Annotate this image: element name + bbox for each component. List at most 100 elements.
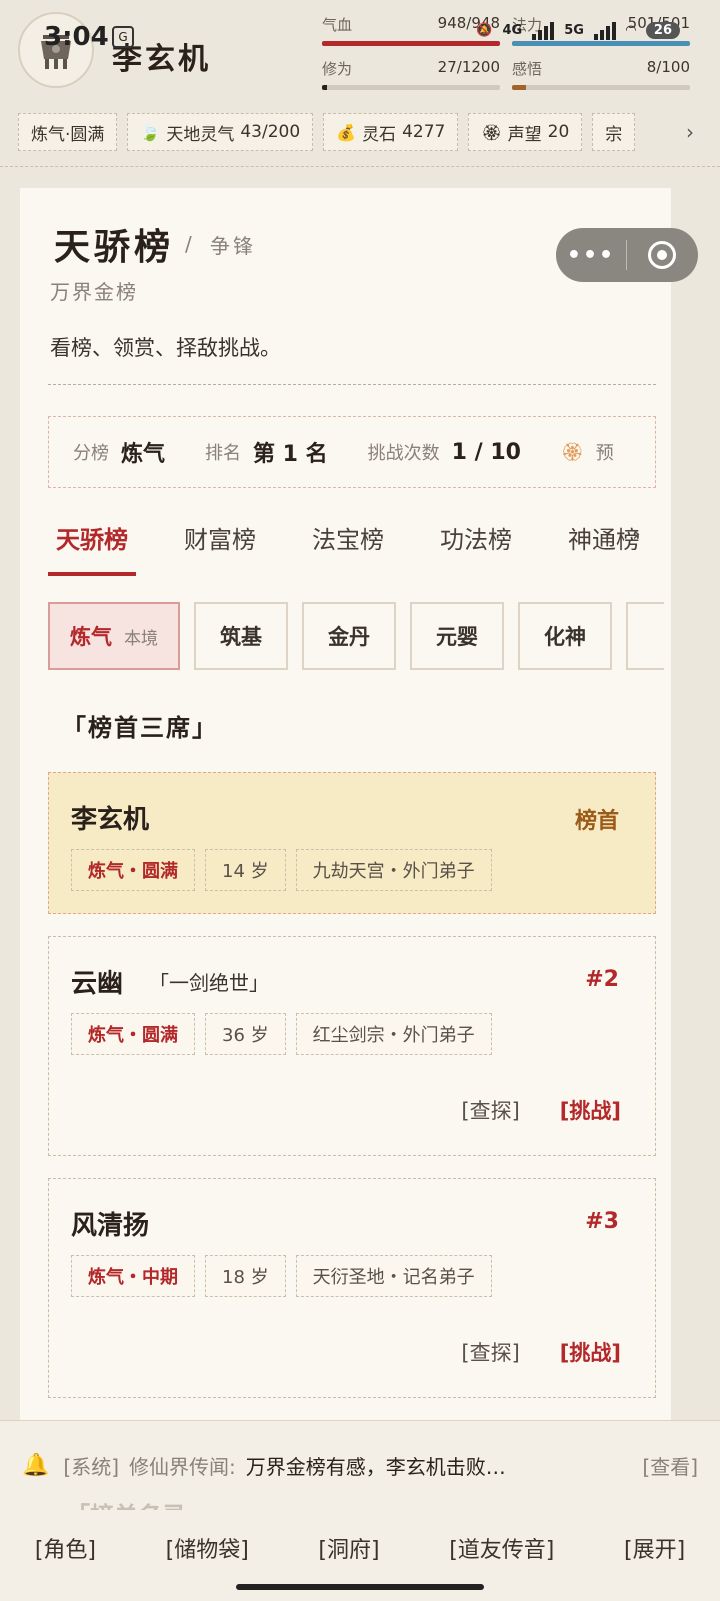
current-realm-badge: 本境 — [124, 628, 158, 649]
stat-value: 27/1200 — [437, 58, 500, 76]
network-label-5g: 5G — [564, 22, 584, 38]
realm-chip[interactable]: 炼气·圆满 — [18, 113, 118, 151]
section-title-top3: 「榜首三席」 — [62, 714, 218, 742]
divider — [48, 384, 656, 385]
challenge-button[interactable]: [挑战] — [560, 1337, 621, 1367]
realm-tag: 炼气・中期 — [71, 1255, 195, 1297]
chevron-right-icon[interactable]: › — [632, 522, 641, 547]
spirit-stone-chip[interactable]: 💰 灵石 4277 — [323, 113, 459, 151]
notice-view-button[interactable]: [查看] — [642, 1451, 698, 1480]
realm-yuanying[interactable]: 元婴 — [410, 602, 504, 670]
nav-expand[interactable]: [展开] — [624, 1532, 685, 1564]
res-value: 20 — [547, 122, 570, 142]
probe-button[interactable]: [查探] — [461, 1095, 519, 1125]
entry-tags: 炼气・圆满 14 岁 九劫天宫・外门弟子 — [71, 849, 492, 891]
status-time: 3:04 — [44, 22, 109, 52]
challenges-value: 1 / 10 — [451, 439, 521, 465]
sect-chip[interactable]: 宗 — [592, 113, 636, 151]
res-label: 天地灵气 — [166, 124, 235, 145]
notice-message: 万界金榜有感，李玄机击败… — [245, 1455, 506, 1479]
flower-icon: 🏵 — [481, 122, 502, 142]
stat-value: 8/100 — [646, 58, 690, 76]
entry-actions: [查探] [挑战] — [461, 1337, 621, 1367]
entry-name: 云幽 — [71, 969, 124, 999]
insight-bar — [512, 85, 690, 90]
age-tag: 36 岁 — [205, 1013, 286, 1055]
leaf-icon: 🍃 — [140, 122, 161, 142]
nav-friend-message[interactable]: [道友传音] — [449, 1532, 554, 1564]
realm-zhuji[interactable]: 筑基 — [194, 602, 288, 670]
page-subtitle: 争锋 — [210, 234, 256, 258]
realm-next[interactable] — [626, 602, 664, 670]
res-label: 声望 — [507, 124, 542, 145]
network-label-4g: 4G — [502, 22, 523, 38]
resource-strip[interactable]: 炼气·圆满 🍃 天地灵气 43/200 💰 灵石 4277 🏵 声望 20 宗 › — [18, 113, 703, 151]
close-icon[interactable] — [627, 241, 697, 269]
status-icons: 🔕 4G 5G ◠ 26 — [476, 20, 680, 40]
nav-storage-bag[interactable]: [储物袋] — [166, 1532, 249, 1564]
probe-button[interactable]: [查探] — [461, 1337, 519, 1367]
realm-jindan[interactable]: 金丹 — [302, 602, 396, 670]
age-tag: 14 岁 — [205, 849, 286, 891]
flower-icon: 🏵 — [560, 441, 584, 463]
rank-value: 第 1 名 — [253, 442, 328, 467]
nav-cave[interactable]: [洞府] — [318, 1532, 379, 1564]
signal-icon — [532, 20, 555, 40]
entry-tags: 炼气・圆满 36 岁 红尘剑宗・外门弟子 — [71, 1013, 492, 1055]
mute-icon: 🔕 — [476, 22, 493, 38]
board-name: 万界金榜 — [50, 280, 138, 304]
leaderboard-card: 天骄榜 / 争锋 万界金榜 看榜、领赏、择敌挑战。 分榜 炼气 排名 第 1 名… — [20, 188, 671, 1488]
res-value: 43/200 — [240, 122, 301, 142]
realm-lianqi[interactable]: 炼气 本境 — [48, 602, 180, 670]
notification-icon: G — [112, 26, 134, 48]
stat-cultivation: 修为 27/1200 — [322, 58, 500, 90]
challenge-button[interactable]: [挑战] — [560, 1095, 621, 1125]
entry-rank: 榜首 — [574, 809, 619, 834]
miniprogram-capsule[interactable]: ••• — [556, 228, 698, 282]
age-tag: 18 岁 — [205, 1255, 286, 1297]
entry-name: 风清扬 — [71, 1211, 150, 1241]
chevron-right-icon[interactable]: › — [677, 113, 703, 151]
leaderboard-entry[interactable]: 风清扬 #3 炼气・中期 18 岁 天衍圣地・记名弟子 [查探] [挑战] — [48, 1178, 656, 1398]
board-tabs: 天骄榜 财富榜 法宝榜 功法榜 神通榜 — [48, 510, 664, 576]
preview-label: 预 — [595, 443, 614, 464]
division-label: 分榜 — [73, 443, 109, 464]
realm-tag: 炼气・圆满 — [71, 849, 195, 891]
stat-label: 感悟 — [512, 60, 543, 78]
bell-icon: 🔔 — [22, 1453, 50, 1478]
entry-title: 「一剑绝世」 — [149, 971, 269, 995]
leaderboard-entry[interactable]: 云幽 「一剑绝世」 #2 炼气・圆满 36 岁 红尘剑宗・外门弟子 [查探] [… — [48, 936, 656, 1156]
res-label: 宗 — [605, 124, 623, 145]
realm-huashen[interactable]: 化神 — [518, 602, 612, 670]
realm-label: 炼气 — [70, 625, 112, 649]
realm-filter: 炼气 本境 筑基 金丹 元婴 化神 — [48, 602, 664, 670]
rank-label: 排名 — [205, 443, 242, 464]
cultivation-bar — [322, 85, 500, 90]
nav-character[interactable]: [角色] — [35, 1532, 96, 1564]
tab-wealth[interactable]: 财富榜 — [176, 510, 264, 576]
tab-artifact[interactable]: 法宝榜 — [304, 510, 392, 576]
hp-bar — [322, 41, 500, 46]
mana-bar — [512, 41, 690, 46]
qi-chip[interactable]: 🍃 天地灵气 43/200 — [127, 113, 314, 151]
divider — [0, 166, 720, 167]
res-label: 炼气·圆满 — [31, 124, 105, 145]
page-description: 看榜、领赏、择敌挑战。 — [50, 336, 281, 360]
res-label: 灵石 — [362, 124, 397, 145]
stat-insight: 感悟 8/100 — [512, 58, 690, 90]
leaderboard-entry[interactable]: 李玄机 榜首 炼气・圆满 14 岁 九劫天宫・外门弟子 — [48, 772, 656, 914]
more-icon[interactable]: ••• — [556, 243, 626, 268]
realm-tag: 炼气・圆满 — [71, 1013, 195, 1055]
stat-hp: 气血 948/948 — [322, 14, 500, 46]
stat-label: 修为 — [322, 60, 353, 78]
stat-label: 气血 — [322, 16, 353, 34]
tab-technique[interactable]: 功法榜 — [432, 510, 520, 576]
res-value: 4277 — [402, 122, 446, 142]
wifi-icon: ◠ — [625, 22, 636, 38]
tab-tianjiao[interactable]: 天骄榜 — [48, 510, 136, 576]
sect-tag: 天衍圣地・记名弟子 — [295, 1255, 492, 1297]
home-indicator[interactable] — [236, 1584, 484, 1590]
entry-rank: #2 — [585, 967, 619, 992]
battery-icon: 26 — [645, 21, 680, 39]
reputation-chip[interactable]: 🏵 声望 20 — [468, 113, 583, 151]
